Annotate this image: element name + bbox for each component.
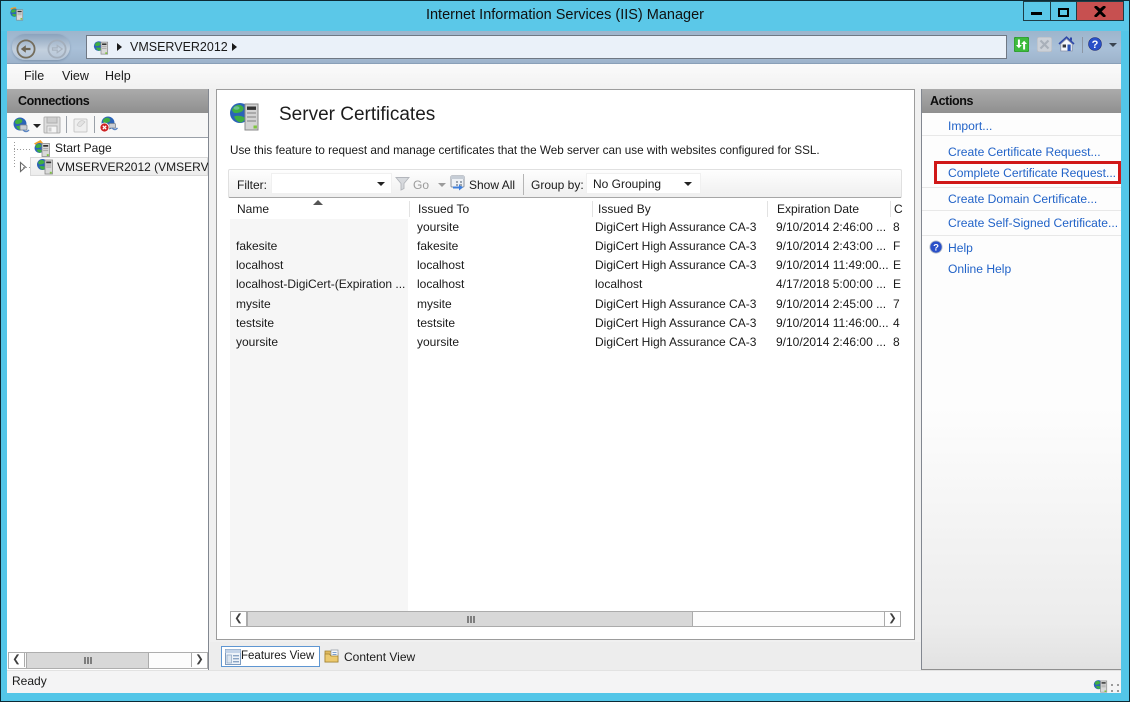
svg-text:?: ? xyxy=(1092,39,1099,51)
svg-text:?: ? xyxy=(933,243,939,254)
